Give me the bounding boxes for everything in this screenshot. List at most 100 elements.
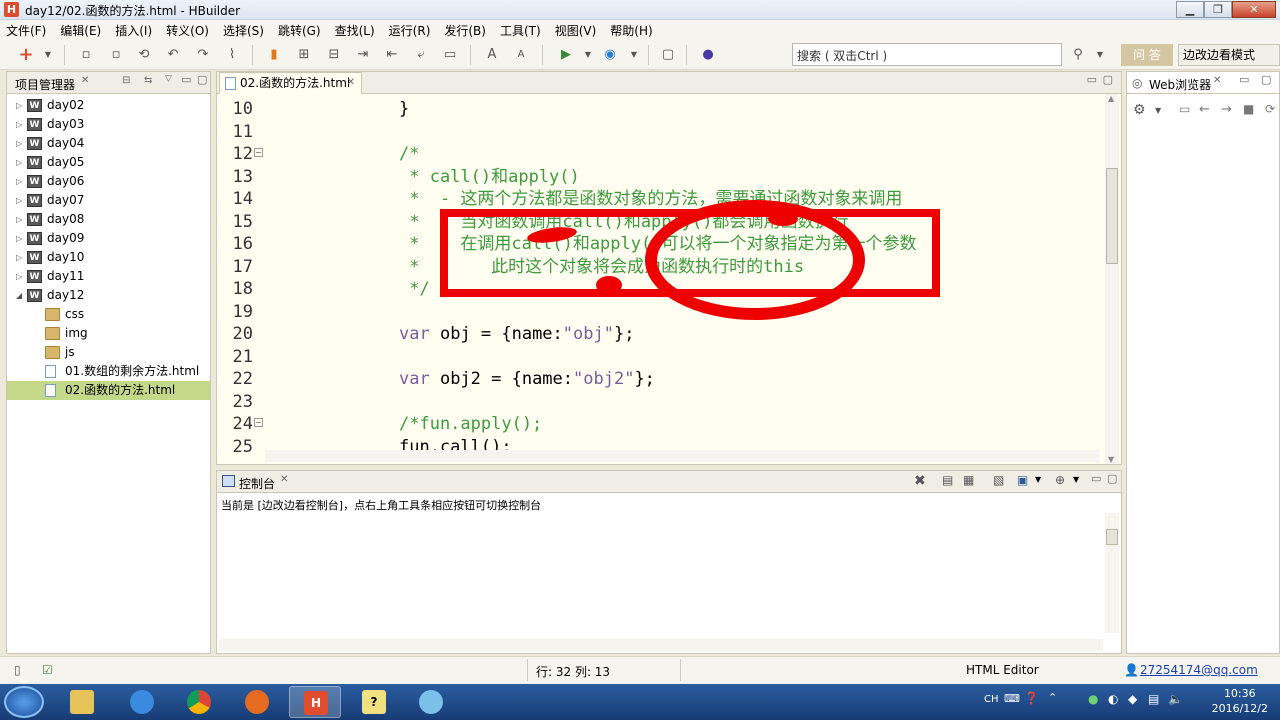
tree-item[interactable]: css [7,305,210,324]
new-console-dropdown-icon[interactable]: ▼ [1073,475,1079,484]
save-icon[interactable]: ▫ [78,47,94,63]
tree-item[interactable]: img [7,324,210,343]
menu-escape[interactable]: 转义(O) [166,22,209,39]
collapsed-arrow-icon[interactable]: ▷ [16,210,22,229]
insert-icon[interactable]: ⊞ [296,47,312,63]
tree-item[interactable]: ▷ Wday05 [7,153,210,172]
settings-gear-icon[interactable]: ⚙ [1133,102,1146,118]
search-input[interactable]: 搜索 ( 双击Ctrl ) [792,43,1062,66]
menu-view[interactable]: 视图(V) [555,22,597,39]
scroll-up-icon[interactable]: ▲ [1108,94,1114,103]
redo-icon[interactable]: ↷ [195,47,211,63]
browser-dropdown-icon[interactable]: ▼ [626,47,642,63]
user-account-link[interactable]: 27254174@qq.com [1140,663,1258,677]
tree-item[interactable]: ▷ Wday11 [7,267,210,286]
taskbar-chrome[interactable] [173,686,225,718]
minimize-view-icon[interactable]: ▭ [181,73,191,86]
volume-icon[interactable]: 🔈 [1168,692,1183,706]
fold-toggle-icon[interactable]: − [254,418,263,427]
collapsed-arrow-icon[interactable]: ▷ [16,229,22,248]
taskbar-hbuilder[interactable]: H [289,686,341,718]
font-decrease-icon[interactable]: A [513,47,529,63]
preview-icon[interactable]: ▢ [660,47,676,63]
plugin-icon[interactable]: ● [700,47,716,63]
menu-file[interactable]: 文件(F) [6,22,46,39]
menu-tools[interactable]: 工具(T) [500,22,541,39]
collapsed-arrow-icon[interactable]: ▷ [16,172,22,191]
input-language[interactable]: CH [984,694,999,705]
close-icon[interactable]: ✕ [81,75,89,86]
collapsed-arrow-icon[interactable]: ▷ [16,267,22,286]
minimize-view-icon[interactable]: ▭ [1087,73,1097,86]
comment-icon[interactable]: ▭ [442,47,458,63]
network-icon[interactable]: ▤ [1148,692,1159,706]
tree-item[interactable]: ▷ Wday07 [7,191,210,210]
tree-item[interactable]: 01.数组的剩余方法.html [7,362,210,381]
maximize-view-icon[interactable]: ▢ [1103,73,1113,86]
horizontal-scrollbar[interactable] [265,450,1099,462]
new-icon[interactable]: + [18,46,34,64]
console-title[interactable]: 控制台 [239,475,275,492]
bookmark-icon[interactable]: ▮ [266,47,282,63]
back-icon[interactable]: ← [1199,102,1210,117]
stop-icon[interactable]: ■ [1243,102,1254,116]
undo-icon[interactable]: ↶ [165,47,181,63]
forward-icon[interactable]: → [1221,102,1232,117]
tray-app-icon[interactable]: ◆ [1128,692,1137,706]
refresh-icon[interactable]: ⟳ [1265,102,1275,116]
save-all-icon[interactable]: ▫ [108,47,124,63]
pin-console-icon[interactable]: ▦ [963,473,974,487]
taskbar-explorer[interactable] [56,686,108,718]
search-dropdown-icon[interactable]: ▼ [1092,47,1108,63]
minimize-view-icon[interactable]: ▭ [1091,472,1101,485]
scroll-down-icon[interactable]: ▼ [1108,455,1114,464]
new-line-icon[interactable]: ▯ [14,663,21,677]
collapse-icon[interactable]: ⊟ [122,75,130,86]
menu-find[interactable]: 查找(L) [335,22,375,39]
search-icon[interactable]: ⚲ [1070,47,1086,63]
close-icon[interactable]: ✕ [1213,75,1221,86]
close-button[interactable]: ✕ [1232,1,1276,18]
keyboard-icon[interactable]: ⌨ [1004,692,1020,705]
new-console-icon[interactable]: ⊕ [1055,473,1065,487]
minimize-view-icon[interactable]: ▭ [1239,73,1249,86]
maximize-view-icon[interactable]: ▢ [1261,73,1271,86]
close-icon[interactable]: ✕ [280,474,288,485]
display-dropdown-icon[interactable]: ▼ [1035,475,1041,484]
run-icon[interactable]: ▶ [558,47,574,63]
wrap-icon[interactable]: ⤶ [413,47,429,63]
tree-item[interactable]: ▷ Wday03 [7,115,210,134]
project-panel-tab[interactable]: 项目管理器 ✕ ⊟ ⇆ ▽ ▭ ▢ [7,72,210,94]
mode-button[interactable]: 边改边看模式 [1178,44,1280,66]
tray-expand-icon[interactable]: ⌃ [1048,691,1057,704]
tree-item[interactable]: ▷ Wday10 [7,248,210,267]
tree-item[interactable]: ▷ Wday09 [7,229,210,248]
collapsed-arrow-icon[interactable]: ▷ [16,134,22,153]
check-icon[interactable]: ☑ [42,663,53,677]
open-console-icon[interactable]: ▧ [993,473,1004,487]
maximize-button[interactable]: ❐ [1204,1,1232,18]
help-tray-icon[interactable]: ❓ [1024,691,1039,705]
vertical-scrollbar[interactable]: ▲ ▼ [1105,94,1119,464]
tree-item[interactable]: ◢ Wday12 [7,286,210,305]
clock[interactable]: 10:36 2016/12/2 [1212,686,1268,716]
console-scrollbar[interactable] [1105,513,1119,633]
indent-icon[interactable]: ⇥ [355,47,371,63]
collapsed-arrow-icon[interactable]: ▷ [16,115,22,134]
taskbar-help[interactable]: ? [348,686,400,718]
menu-select[interactable]: 选择(S) [223,22,264,39]
format-icon[interactable]: ⌇ [224,47,240,63]
collapsed-arrow-icon[interactable]: ▷ [16,248,22,267]
browser-title[interactable]: Web浏览器 [1149,76,1211,93]
outline-icon[interactable]: ⊟ [326,47,342,63]
menu-publish[interactable]: 发行(B) [444,22,486,39]
menu-help[interactable]: 帮助(H) [610,22,652,39]
tree-item[interactable]: 02.函数的方法.html [7,381,210,400]
tray-app-icon[interactable]: ◐ [1108,692,1118,706]
scrollbar-thumb[interactable] [1106,168,1118,264]
display-console-icon[interactable]: ▣ [1017,473,1028,487]
maximize-view-icon[interactable]: ▢ [197,73,207,86]
tree-item[interactable]: ▷ Wday04 [7,134,210,153]
ask-button[interactable]: 问 答 [1121,44,1173,66]
code-area[interactable]: } /* * call()和apply() * - 这两个方法都是函数对象的方法，… [265,94,1099,464]
